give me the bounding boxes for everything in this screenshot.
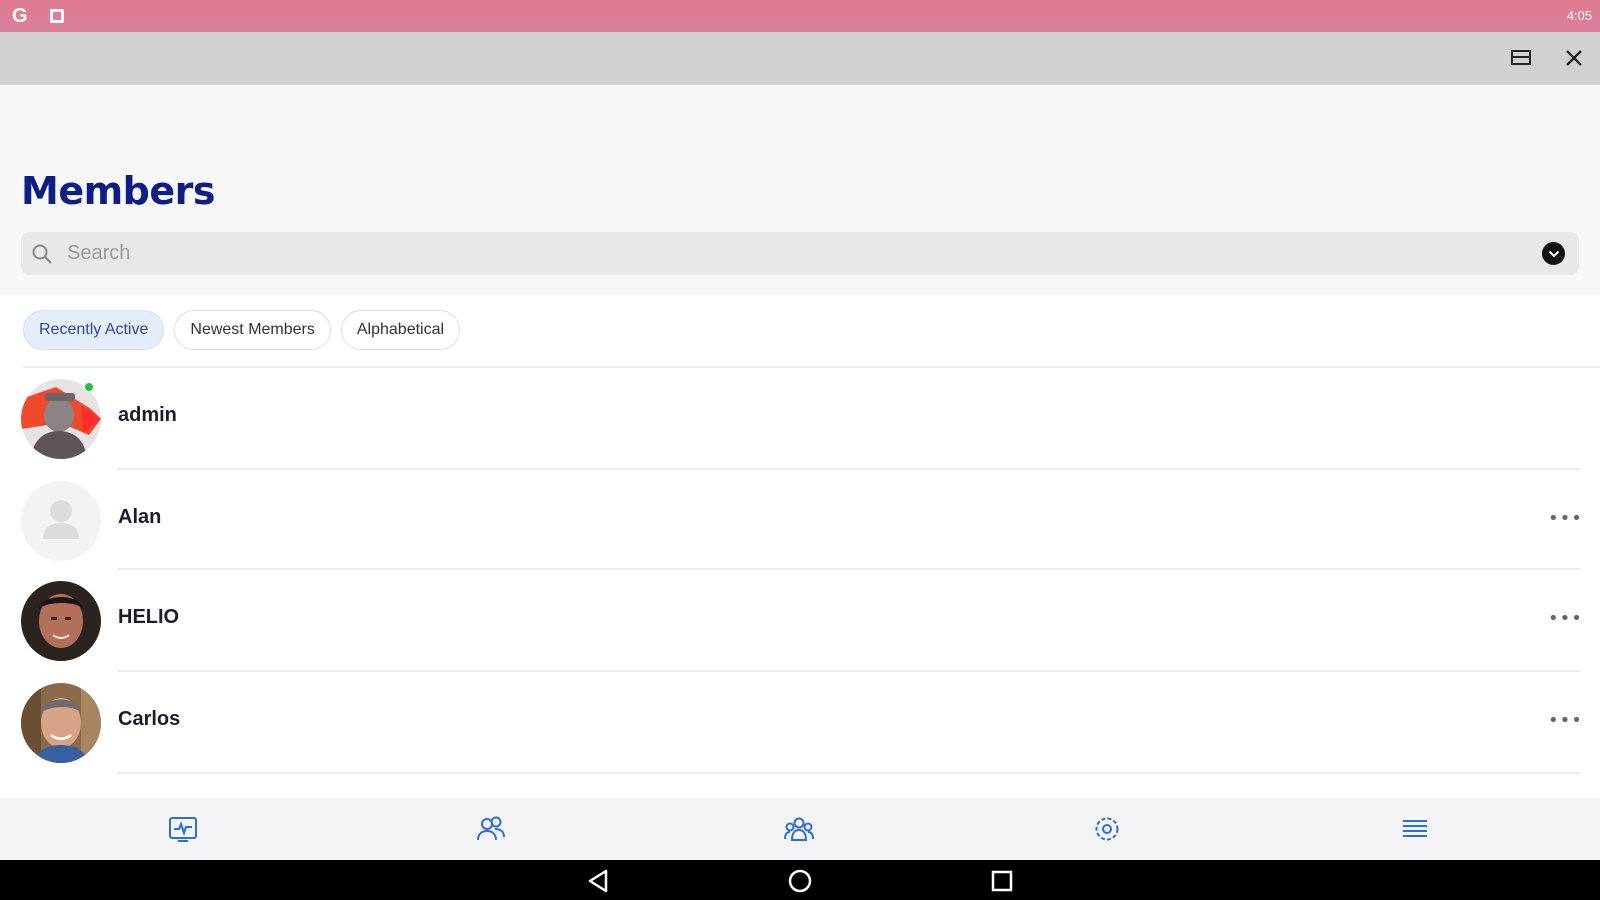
more-options-icon[interactable]: ••• — [1548, 608, 1582, 629]
avatar[interactable] — [21, 683, 101, 763]
menu-list-icon[interactable] — [1399, 813, 1431, 845]
chevron-down-icon[interactable] — [1542, 242, 1565, 265]
android-navigation-bar — [0, 860, 1600, 900]
list-item-admin[interactable]: admin — [0, 368, 1600, 470]
window-title-bar — [0, 32, 1600, 85]
groups-icon[interactable] — [783, 813, 815, 845]
members-header: Members — [0, 85, 1600, 295]
avatar[interactable] — [21, 481, 101, 561]
member-name[interactable]: Carlos — [118, 708, 180, 731]
status-time: 4:05 — [1566, 8, 1592, 23]
members-icon[interactable] — [475, 813, 507, 845]
more-options-icon[interactable]: ••• — [1548, 508, 1582, 529]
google-icon: G — [12, 5, 28, 27]
status-bar: G 4:05 — [0, 0, 1600, 32]
filter-tabs: Recently Active Newest Members Alphabeti… — [23, 310, 461, 350]
tab-newest-members[interactable]: Newest Members — [174, 310, 331, 350]
page-title: Members — [21, 169, 216, 213]
list-item-helio[interactable]: HELIO ••• — [0, 570, 1600, 672]
activity-icon[interactable] — [167, 813, 199, 845]
member-name[interactable]: admin — [118, 404, 177, 427]
more-options-icon[interactable]: ••• — [1548, 710, 1582, 731]
search-bar[interactable] — [21, 232, 1579, 275]
tab-recently-active[interactable]: Recently Active — [23, 310, 165, 350]
bottom-navigation — [0, 798, 1600, 860]
online-status-indicator — [84, 382, 94, 392]
member-name[interactable]: Alan — [118, 506, 161, 529]
list-item-alan[interactable]: Alan ••• — [0, 470, 1600, 570]
square-notification-icon — [50, 9, 64, 23]
window-restore-icon[interactable] — [1507, 44, 1535, 72]
list-item-carlos[interactable]: Carlos ••• — [0, 672, 1600, 774]
tab-alphabetical[interactable]: Alphabetical — [340, 310, 461, 350]
settings-icon[interactable] — [1091, 813, 1123, 845]
search-icon — [31, 243, 53, 265]
back-icon[interactable] — [585, 868, 611, 894]
member-name[interactable]: HELIO — [118, 606, 179, 629]
close-icon[interactable] — [1560, 44, 1588, 72]
divider — [118, 772, 1580, 774]
search-input[interactable] — [67, 232, 1507, 275]
avatar[interactable] — [21, 581, 101, 661]
home-icon[interactable] — [787, 868, 813, 894]
members-list: admin Alan ••• HELIO ••• Carlos ••• — [0, 368, 1600, 774]
recents-icon[interactable] — [989, 868, 1015, 894]
